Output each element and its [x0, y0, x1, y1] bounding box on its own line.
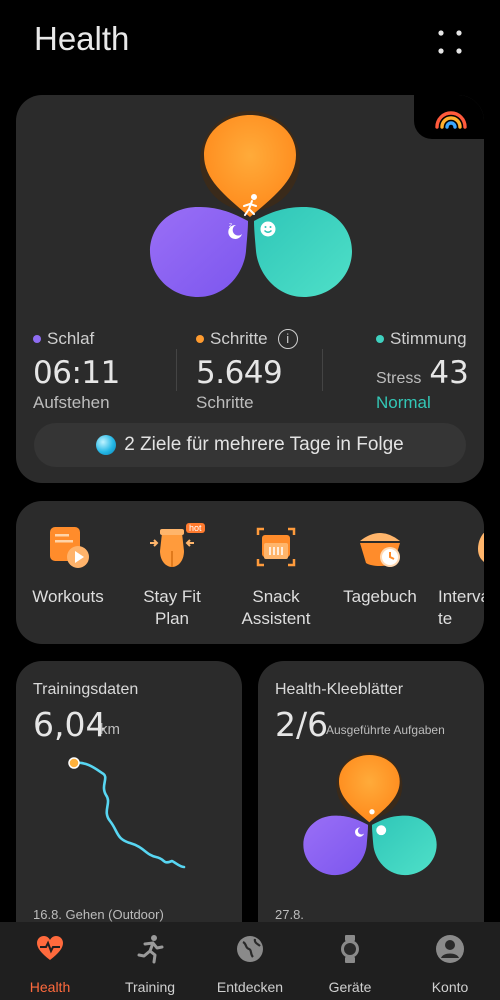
- interval-icon: [478, 532, 484, 563]
- more-options-icon[interactable]: [432, 24, 468, 60]
- tab-label: Konto: [431, 979, 469, 995]
- route-map: [68, 757, 186, 869]
- account-icon: [436, 935, 464, 963]
- steps-label: Schritte: [210, 329, 268, 348]
- snack-assistant-icon: [256, 527, 296, 567]
- svg-text:z: z: [229, 222, 232, 229]
- clover-progress-value: 2/6: [275, 705, 329, 744]
- stress-label: Stress: [376, 370, 422, 387]
- distance-unit: km: [100, 721, 120, 738]
- workouts-icon: [50, 527, 89, 568]
- card-title: Trainingsdaten: [33, 681, 139, 698]
- mood-metric[interactable]: Stimmung Stress 43 Normal: [376, 329, 476, 413]
- shortcuts-card: Workouts hot Stay Fit Plan Snack Assiste…: [16, 501, 484, 644]
- tab-training[interactable]: Training: [100, 934, 200, 995]
- shortcut-tagebuch[interactable]: Tagebuch: [328, 521, 432, 608]
- health-heart-icon: [37, 936, 63, 960]
- shortcut-stay-fit-plan[interactable]: hot Stay Fit Plan: [120, 521, 224, 630]
- divider: [176, 349, 177, 391]
- sleep-leaf: [150, 207, 248, 297]
- mood-dot: [376, 335, 384, 343]
- steps-value: 5.649: [196, 355, 283, 391]
- stress-status: Normal: [376, 393, 431, 412]
- steps-metric[interactable]: Schritte i 5.649 Schritte: [196, 329, 298, 413]
- tab-label: Geräte: [328, 979, 372, 995]
- steps-sub: Schritte: [196, 393, 254, 412]
- steps-dot: [196, 335, 204, 343]
- goals-text: 2 Ziele für mehrere Tage in Folge: [124, 434, 404, 455]
- bottom-tab-bar: Health Training Entdecken Geräte Konto: [0, 922, 500, 1000]
- sleep-metric[interactable]: Schlaf 06:11 Aufstehen: [33, 329, 120, 413]
- card-title: Health-Kleeblätter: [275, 681, 404, 698]
- hot-badge: hot: [186, 523, 205, 533]
- tab-label: Health: [29, 979, 71, 995]
- shortcut-label: Snack Assistent: [241, 587, 311, 628]
- sleep-sub: Aufstehen: [33, 393, 110, 412]
- watch-icon: [341, 935, 359, 963]
- tab-label: Training: [124, 979, 176, 995]
- distance-value: 6,04: [33, 705, 107, 744]
- health-clover-card[interactable]: Health-Kleeblätter 2/6 Ausgeführte Aufga…: [258, 661, 484, 951]
- mood-leaf: [254, 207, 352, 297]
- sleep-value: 06:11: [33, 355, 120, 391]
- app-header: Health: [0, 0, 500, 86]
- training-footnote: 16.8. Gehen (Outdoor): [33, 907, 164, 922]
- shortcut-snack-assistent[interactable]: Snack Assistent: [224, 521, 328, 630]
- clover-progress-unit: Ausgeführte Aufgaben: [326, 723, 445, 737]
- sleep-dot: [33, 335, 41, 343]
- running-icon: [137, 935, 164, 964]
- mood-label: Stimmung: [390, 329, 467, 348]
- shortcut-label: Stay Fit Plan: [143, 587, 201, 628]
- stress-value: 43: [429, 355, 469, 391]
- mini-clover-chart: [303, 752, 437, 876]
- health-clover-chart[interactable]: z: [146, 109, 356, 309]
- shortcut-label: Workouts: [32, 587, 104, 606]
- info-icon[interactable]: i: [277, 329, 298, 349]
- tab-label: Entdecken: [216, 979, 284, 995]
- globe-icon: [237, 936, 263, 962]
- training-data-card[interactable]: Trainingsdaten 6,04 km 16.8. Gehen (Outd…: [16, 661, 242, 951]
- activity-rings-icon[interactable]: [432, 99, 470, 133]
- tab-health[interactable]: Health: [0, 934, 100, 995]
- steps-leaf: [204, 115, 296, 217]
- page-title: Health: [34, 20, 130, 57]
- health-summary-card[interactable]: z Schlaf 06:11 Aufstehen Schritte i 5.649…: [16, 95, 484, 483]
- clover-footnote: 27.8.: [275, 907, 304, 922]
- tab-entdecken[interactable]: Entdecken: [200, 934, 300, 995]
- sleep-label: Schlaf: [47, 329, 95, 348]
- diary-icon: [360, 533, 400, 567]
- tab-geraete[interactable]: Geräte: [300, 934, 400, 995]
- shortcut-label: Interva te: [438, 587, 484, 628]
- goal-globe-icon: [96, 435, 117, 455]
- goals-streak-pill[interactable]: 2 Ziele für mehrere Tage in Folge: [34, 423, 466, 467]
- shortcut-workouts[interactable]: Workouts: [16, 521, 120, 608]
- smile-icon: [260, 221, 276, 237]
- tab-konto[interactable]: Konto: [400, 934, 500, 995]
- divider: [322, 349, 323, 391]
- shortcut-interval[interactable]: Interva te: [432, 521, 484, 630]
- shortcut-label: Tagebuch: [343, 587, 417, 606]
